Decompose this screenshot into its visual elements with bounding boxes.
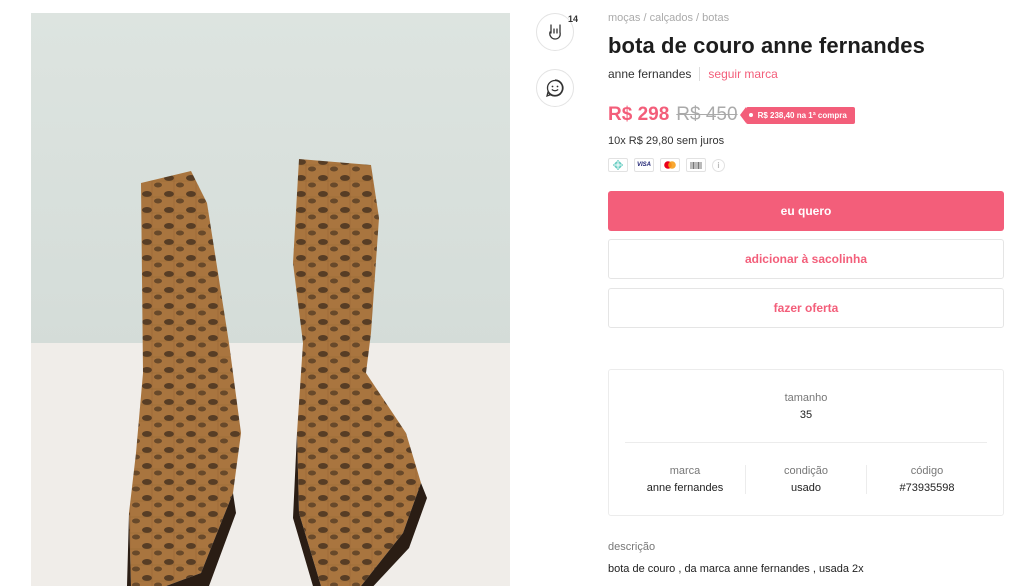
spec-row: marca anne fernandes condição usado códi… xyxy=(625,465,987,494)
spec-code: código #73935598 xyxy=(866,465,987,494)
like-count: 14 xyxy=(568,14,579,24)
spec-code-value: #73935598 xyxy=(899,482,955,494)
info-icon[interactable]: i xyxy=(712,158,725,172)
spec-condition-label: condição xyxy=(783,465,829,477)
payment-methods: VISA i xyxy=(608,158,725,172)
product-photo[interactable] xyxy=(31,13,510,586)
breadcrumb-item-calcados[interactable]: calçados xyxy=(650,12,693,24)
make-offer-button[interactable]: fazer oferta xyxy=(608,288,1004,328)
product-specs: tamanho 35 marca anne fernandes condição… xyxy=(608,369,1004,516)
price-row: R$ 298 R$ 450 R$ 238,40 na 1ª compra xyxy=(608,104,855,126)
spec-condition-value: usado xyxy=(791,482,821,494)
rock-hand-icon xyxy=(549,24,561,40)
chat-button[interactable] xyxy=(536,69,574,107)
original-price: R$ 450 xyxy=(676,104,738,125)
breadcrumb: moças / calçados / botas xyxy=(608,12,730,24)
spec-code-label: código xyxy=(910,465,944,477)
mastercard-icon xyxy=(660,158,680,172)
breadcrumb-item-botas[interactable]: botas xyxy=(702,12,729,24)
page-title: bota de couro anne fernandes xyxy=(608,33,925,58)
spec-size: tamanho 35 xyxy=(609,392,1003,421)
current-price: R$ 298 xyxy=(608,104,670,125)
breadcrumb-item-mocas[interactable]: moças xyxy=(608,12,640,24)
promo-badge: R$ 238,40 na 1ª compra xyxy=(739,106,855,124)
description-text: bota de couro , da marca anne fernandes … xyxy=(608,563,864,575)
description-label: descrição xyxy=(608,541,656,553)
boots-illustration xyxy=(31,159,510,586)
buy-now-button[interactable]: eu quero xyxy=(608,191,1004,231)
spec-brand-label: marca xyxy=(669,465,701,477)
pix-icon xyxy=(608,158,628,172)
follow-brand-link[interactable]: seguir marca xyxy=(708,67,777,81)
boleto-icon xyxy=(686,158,706,172)
spec-divider xyxy=(625,442,987,443)
brand-row: anne fernandes seguir marca xyxy=(608,67,778,81)
spec-brand: marca anne fernandes xyxy=(625,465,745,494)
spec-condition: condição usado xyxy=(745,465,866,494)
visa-icon: VISA xyxy=(634,158,654,172)
spec-brand-value: anne fernandes xyxy=(646,482,724,494)
spec-size-value: 35 xyxy=(799,409,813,421)
brand-name[interactable]: anne fernandes xyxy=(608,67,691,81)
installments-text: 10x R$ 29,80 sem juros xyxy=(608,135,725,147)
add-to-bag-button[interactable]: adicionar à sacolinha xyxy=(608,239,1004,279)
brand-divider xyxy=(699,67,701,81)
spec-size-label: tamanho xyxy=(784,392,828,404)
smiley-chat-icon xyxy=(546,79,564,98)
